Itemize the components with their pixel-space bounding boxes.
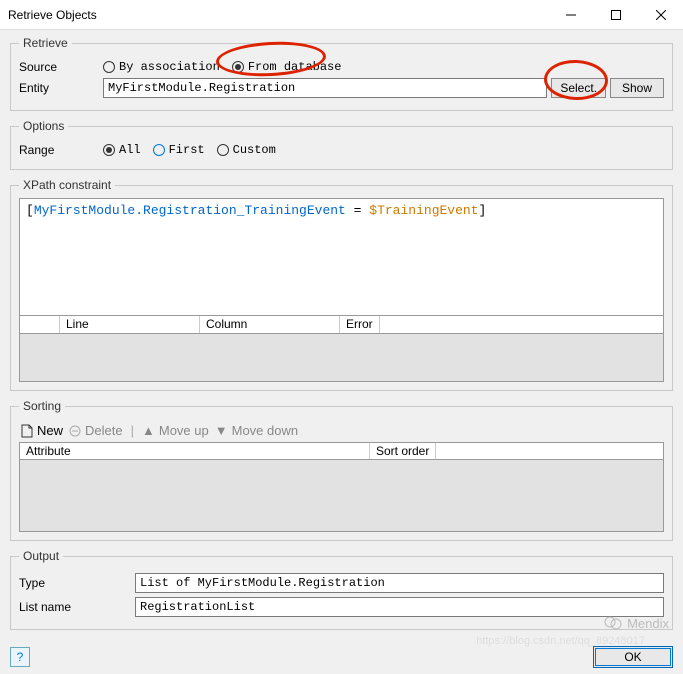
source-label: Source xyxy=(19,60,103,74)
xpath-legend: XPath constraint xyxy=(19,178,115,192)
maximize-button[interactable] xyxy=(593,0,638,30)
range-custom-radio[interactable]: Custom xyxy=(217,143,276,157)
xpath-path: MyFirstModule.Registration_TrainingEvent xyxy=(34,203,346,218)
xpath-bracket-close: ] xyxy=(479,203,487,218)
xpath-bracket-open: [ xyxy=(26,203,34,218)
range-label: Range xyxy=(19,143,103,157)
minimize-button[interactable] xyxy=(548,0,593,30)
options-legend: Options xyxy=(19,119,68,133)
from-database-label: From database xyxy=(248,60,342,74)
close-button[interactable] xyxy=(638,0,683,30)
source-by-association-radio[interactable]: By association xyxy=(103,60,220,74)
window-title: Retrieve Objects xyxy=(8,8,548,22)
col-error: Error xyxy=(340,316,380,333)
sorting-toolbar: New Delete | ▲ Move up ▼ Move down xyxy=(19,419,664,442)
move-down-button[interactable]: ▼ Move down xyxy=(215,423,298,438)
delete-button[interactable]: Delete xyxy=(69,423,123,438)
move-up-button[interactable]: ▲ Move up xyxy=(142,423,209,438)
output-legend: Output xyxy=(19,549,63,563)
xpath-error-header: Line Column Error xyxy=(19,316,664,334)
entity-label: Entity xyxy=(19,81,103,95)
listname-label: List name xyxy=(19,600,135,614)
by-association-label: By association xyxy=(119,60,220,74)
show-button[interactable]: Show xyxy=(610,78,664,98)
options-group: Options Range All First Custom xyxy=(10,119,673,170)
sorting-group: Sorting New Delete | ▲ Move up ▼ Move do… xyxy=(10,399,673,541)
retrieve-group: Retrieve Source By association From data… xyxy=(10,36,673,111)
col-line: Line xyxy=(60,316,200,333)
arrow-down-icon: ▼ xyxy=(215,423,228,438)
xpath-error-body xyxy=(19,334,664,382)
dialog-buttons: ? OK xyxy=(0,642,683,674)
help-button[interactable]: ? xyxy=(10,647,30,667)
col-attribute: Attribute xyxy=(20,443,370,459)
range-all-label: All xyxy=(119,143,141,157)
arrow-up-icon: ▲ xyxy=(142,423,155,438)
sorting-header: Attribute Sort order xyxy=(19,442,664,460)
entity-value: MyFirstModule.Registration xyxy=(108,81,295,95)
title-bar: Retrieve Objects xyxy=(0,0,683,30)
listname-field[interactable]: RegistrationList xyxy=(135,597,664,617)
separator-icon: | xyxy=(131,423,134,438)
retrieve-legend: Retrieve xyxy=(19,36,72,50)
source-from-database-radio[interactable]: From database xyxy=(232,60,342,74)
range-first-radio[interactable]: First xyxy=(153,143,205,157)
xpath-editor[interactable]: [MyFirstModule.Registration_TrainingEven… xyxy=(19,198,664,316)
new-button[interactable]: New xyxy=(21,423,63,438)
xpath-eq: = xyxy=(346,203,369,218)
col-column: Column xyxy=(200,316,340,333)
sorting-body xyxy=(19,460,664,532)
ok-button[interactable]: OK xyxy=(593,646,673,668)
listname-value: RegistrationList xyxy=(140,600,255,614)
type-label: Type xyxy=(19,576,135,590)
delete-icon xyxy=(69,425,81,437)
entity-field[interactable]: MyFirstModule.Registration xyxy=(103,78,547,98)
select-button[interactable]: Select. xyxy=(551,78,606,98)
file-icon xyxy=(21,424,33,438)
range-first-label: First xyxy=(169,143,205,157)
xpath-group: XPath constraint [MyFirstModule.Registra… xyxy=(10,178,673,391)
range-all-radio[interactable]: All xyxy=(103,143,141,157)
xpath-variable: $TrainingEvent xyxy=(369,203,478,218)
type-field: List of MyFirstModule.Registration xyxy=(135,573,664,593)
sorting-legend: Sorting xyxy=(19,399,65,413)
type-value: List of MyFirstModule.Registration xyxy=(140,576,385,590)
col-sortorder: Sort order xyxy=(370,443,436,459)
range-custom-label: Custom xyxy=(233,143,276,157)
output-group: Output Type List of MyFirstModule.Regist… xyxy=(10,549,673,630)
